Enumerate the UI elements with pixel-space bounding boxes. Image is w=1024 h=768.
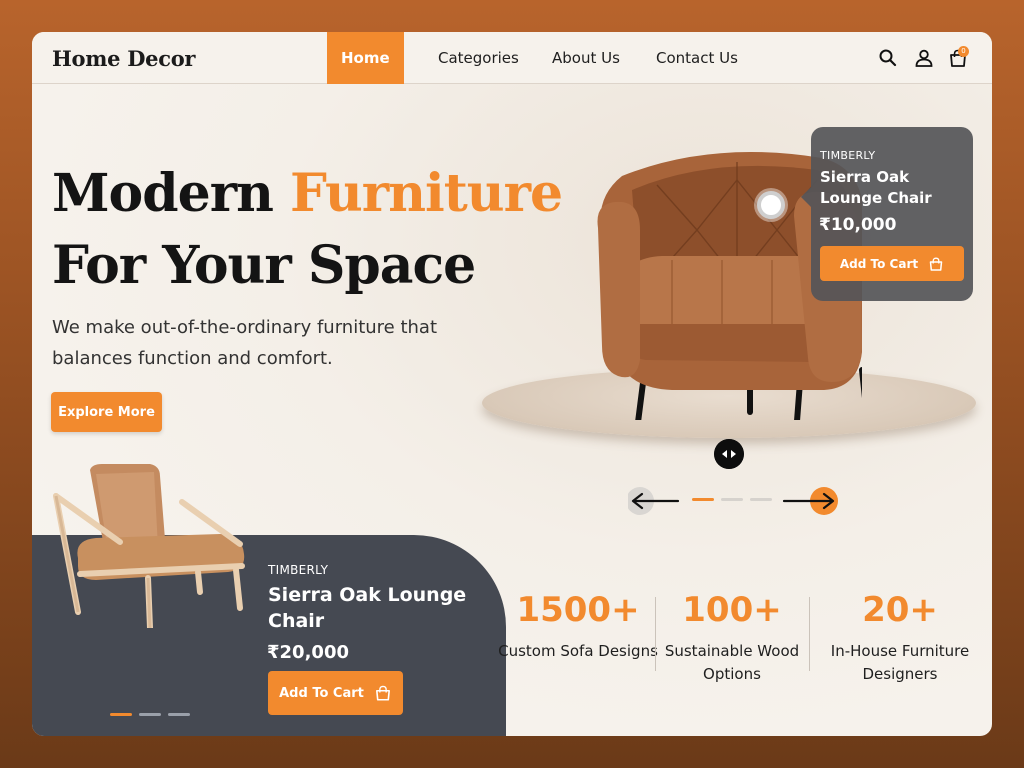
hero-title-line2: For Your Space (52, 235, 476, 296)
card-carousel-dot-2[interactable] (139, 713, 161, 716)
hero-title-furniture: Furniture (290, 163, 563, 224)
product-hotspot[interactable] (757, 191, 785, 219)
stat-value: 20+ (862, 590, 938, 630)
arrow-left-icon[interactable] (628, 486, 682, 516)
top-nav: Home Decor Home Categories About Us Cont… (32, 32, 992, 84)
arrow-right-icon[interactable] (782, 486, 840, 516)
tooltip-price-value: 10,000 (830, 215, 897, 235)
stat-in-house-designers: 20+ In-House Furniture Designers (820, 590, 980, 686)
nav-categories[interactable]: Categories (438, 32, 519, 84)
user-icon[interactable] (914, 48, 934, 68)
compare-toggle-icon[interactable] (714, 439, 744, 469)
tooltip-brand: TIMBERLY (820, 149, 876, 162)
hero-carousel-dot-3[interactable] (750, 498, 772, 501)
card-carousel-dot-3[interactable] (168, 713, 190, 716)
card-carousel-dot-1[interactable] (110, 713, 132, 716)
nav-home[interactable]: Home (327, 32, 404, 84)
nav-about-us[interactable]: About Us (552, 32, 620, 84)
rupee-icon: ₹ (819, 215, 831, 235)
search-icon[interactable] (878, 48, 898, 68)
card-add-to-cart-button[interactable]: Add To Cart (268, 671, 403, 715)
hero-title: Modern Furniture For Your Space (52, 158, 563, 302)
cart-icon (375, 685, 390, 701)
stat-custom-sofa: 1500+ Custom Sofa Designs (498, 590, 658, 663)
tooltip-add-to-cart-label: Add To Cart (839, 256, 919, 271)
nav-contact-us[interactable]: Contact Us (656, 32, 738, 84)
wooden-armchair-image (53, 464, 245, 628)
cart-count-badge: 0 (958, 46, 969, 57)
tooltip-product-name: Sierra Oak Lounge Chair (820, 168, 932, 207)
hero-carousel-dot-2[interactable] (721, 498, 743, 501)
card-add-to-cart-label: Add To Cart (279, 685, 364, 701)
hero-title-modern: Modern (52, 163, 290, 224)
hero-carousel-dot-1[interactable] (692, 498, 714, 501)
tooltip-add-to-cart-button[interactable]: Add To Cart (820, 246, 964, 281)
card-price-value: 20,000 (279, 642, 349, 663)
rupee-icon: ₹ (267, 642, 280, 663)
stat-label: Custom Sofa Designs (498, 642, 658, 660)
stat-label: In-House Furniture Designers (830, 642, 970, 683)
page-frame: Home Decor Home Categories About Us Cont… (32, 32, 992, 736)
logo[interactable]: Home Decor (52, 46, 195, 71)
cart-icon (929, 257, 943, 271)
stat-value: 1500+ (516, 590, 640, 630)
stat-sustainable-wood: 100+ Sustainable Wood Options (652, 590, 812, 686)
tooltip-price: ₹10,000 (819, 215, 896, 235)
stat-label: Sustainable Wood Options (664, 642, 800, 683)
card-brand: TIMBERLY (268, 563, 329, 577)
stat-divider (809, 597, 810, 671)
product-tooltip: TIMBERLY Sierra Oak Lounge Chair ₹10,000… (801, 127, 973, 301)
card-price: ₹20,000 (267, 642, 349, 663)
card-product-name: Sierra Oak Lounge Chair (268, 584, 467, 632)
hero-subtitle: We make out-of-the-ordinary furniture th… (52, 317, 438, 369)
explore-more-button[interactable]: Explore More (51, 392, 162, 432)
stat-value: 100+ (682, 590, 782, 630)
